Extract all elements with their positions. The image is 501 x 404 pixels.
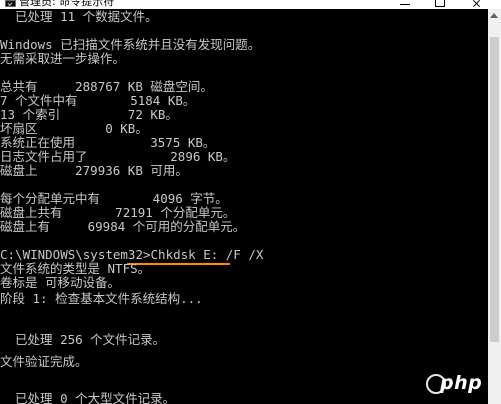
console-line: Windows 已扫描文件系统并且没有发现问题。 [0,37,261,52]
command-line: C:\WINDOWS\system32>Chkdsk E: /F /X [0,247,264,262]
title-bar[interactable]: 管理员: 命令提示符 [0,0,501,9]
window-title: 管理员: 命令提示符 [19,0,115,8]
console-line: 系统正在使用 3575 KB。 [0,135,216,150]
console-line: 总共有 288767 KB 磁盘空间。 [0,79,213,94]
console-line: 磁盘上 279936 KB 可用。 [0,163,188,178]
console-line: 已处理 0 个大型文件记录。 [0,391,176,404]
console-line: 卷标是 可移动设备。 [0,275,121,290]
console-output[interactable]: 已处理 11 个数据文件。 Windows 已扫描文件系统并且没有发现问题。 无… [0,10,488,404]
console-line: 文件系统的类型是 NTFS。 [0,261,151,276]
vertical-scrollbar[interactable] [488,9,501,404]
scrollbar-thumb[interactable] [490,37,499,342]
console-line: 磁盘上有 69984 个可用的分配单元。 [0,219,246,234]
console-line: 已处理 11 个数据文件。 [0,10,158,24]
console-line: 磁盘上共有 72191 个分配单元。 [0,205,236,220]
console-line: 坏扇区 0 KB。 [0,121,148,136]
cmd-app-icon [5,0,16,7]
minimize-button[interactable] [390,0,420,9]
console-line: 文件验证完成。 [0,354,88,369]
php-watermark-logo: php [426,370,494,400]
console-line: 已处理 256 个文件记录。 [0,332,166,347]
watermark-text: php [440,372,483,394]
console-line: 阶段 1: 检查基本文件系统结构... [0,291,203,306]
maximize-button[interactable] [425,0,455,9]
close-button[interactable] [462,0,492,9]
console-line: 日志文件占用了 2896 KB。 [0,149,236,164]
console-line: 13 个索引 72 KB。 [0,107,178,122]
console-line: 无需采取进一步操作。 [0,51,126,66]
console-line: 每个分配单元中有 4096 字节。 [0,191,228,206]
command-prompt-window: 管理员: 命令提示符 已处理 11 个数据文件。 Windows 已扫描文件系统… [0,0,501,404]
console-line: 7 个文件中有 5184 KB。 [0,93,196,108]
scroll-up-arrow-icon[interactable] [490,13,498,18]
